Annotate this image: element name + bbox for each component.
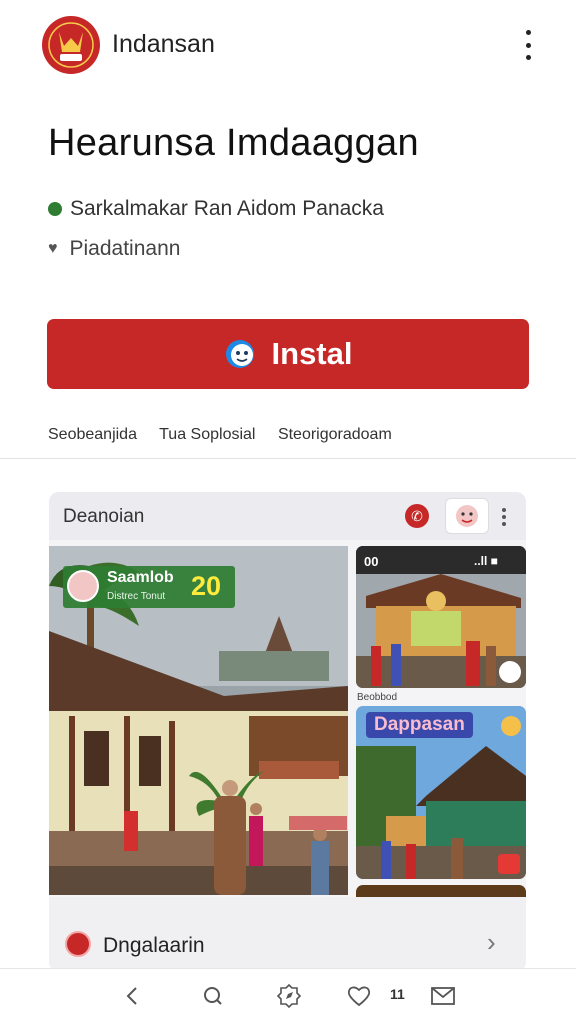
- developer-link[interactable]: Sarkalmakar Ran Aidom Panacka: [48, 197, 384, 221]
- card-more-icon[interactable]: [501, 508, 507, 526]
- thumb-title: Dappasan: [366, 712, 473, 738]
- meta-row: Seobeanjida Tua Soplosial Steorigoradoam: [48, 426, 410, 444]
- favorite-icon[interactable]: [344, 981, 374, 1011]
- heart-icon: ♥: [48, 240, 58, 257]
- badge-number: 20: [191, 571, 222, 601]
- chevron-right-icon[interactable]: ›: [487, 927, 496, 958]
- thumbnail[interactable]: Dappasan: [356, 706, 526, 879]
- install-face-icon: [225, 340, 254, 368]
- preview-card: Deanoian ✆ Saamlob Distrec Tonut 20 00 .…: [49, 492, 526, 972]
- search-icon[interactable]: [198, 981, 228, 1011]
- avatar[interactable]: [445, 498, 489, 534]
- footer-label: Dngalaarin: [103, 934, 205, 957]
- more-options-icon[interactable]: [520, 30, 536, 60]
- meta-item: Seobeanjida: [48, 426, 137, 443]
- install-button[interactable]: Instal: [47, 319, 529, 389]
- bottom-nav: 11: [0, 968, 576, 1025]
- thumb-status-time: 00: [364, 554, 379, 569]
- verified-icon: [48, 202, 62, 216]
- live-badge: Saamlob Distrec Tonut 20: [63, 566, 235, 608]
- main-photo[interactable]: Saamlob Distrec Tonut 20: [49, 546, 348, 895]
- footer-logo-icon: [65, 931, 91, 957]
- category-label: Piadatinann: [69, 237, 181, 260]
- card-title: Deanoian: [63, 506, 145, 527]
- thumbnail[interactable]: 00 ..ll ■: [356, 546, 526, 688]
- app-logo-icon: [42, 16, 100, 74]
- thumb-caption: Beobbod: [357, 692, 398, 703]
- back-icon[interactable]: [118, 981, 148, 1011]
- badge-subtitle: Distrec Tonut: [107, 591, 166, 602]
- install-label: Instal: [271, 336, 353, 371]
- record-icon[interactable]: ✆: [405, 504, 429, 528]
- card-footer[interactable]: Dngalaarin ›: [49, 897, 526, 972]
- category-row: ♥ Piadatinann: [48, 237, 180, 261]
- thumb-status-icons: ..ll ■: [474, 554, 498, 568]
- compass-icon[interactable]: [274, 981, 304, 1011]
- meta-item: Tua Soplosial: [159, 426, 256, 443]
- developer-name: Sarkalmakar Ran Aidom Panacka: [70, 197, 384, 220]
- card-header: Deanoian ✆: [49, 492, 526, 540]
- page-title: Hearunsa Imdaaggan: [48, 122, 419, 164]
- meta-item: Steorigoradoam: [277, 426, 392, 443]
- app-name: Indansan: [112, 30, 215, 58]
- badge-avatar: [67, 570, 99, 602]
- divider: [0, 458, 576, 459]
- mail-icon[interactable]: [428, 981, 458, 1011]
- nav-count: 11: [390, 986, 405, 1002]
- badge-name: Saamlob: [107, 569, 174, 586]
